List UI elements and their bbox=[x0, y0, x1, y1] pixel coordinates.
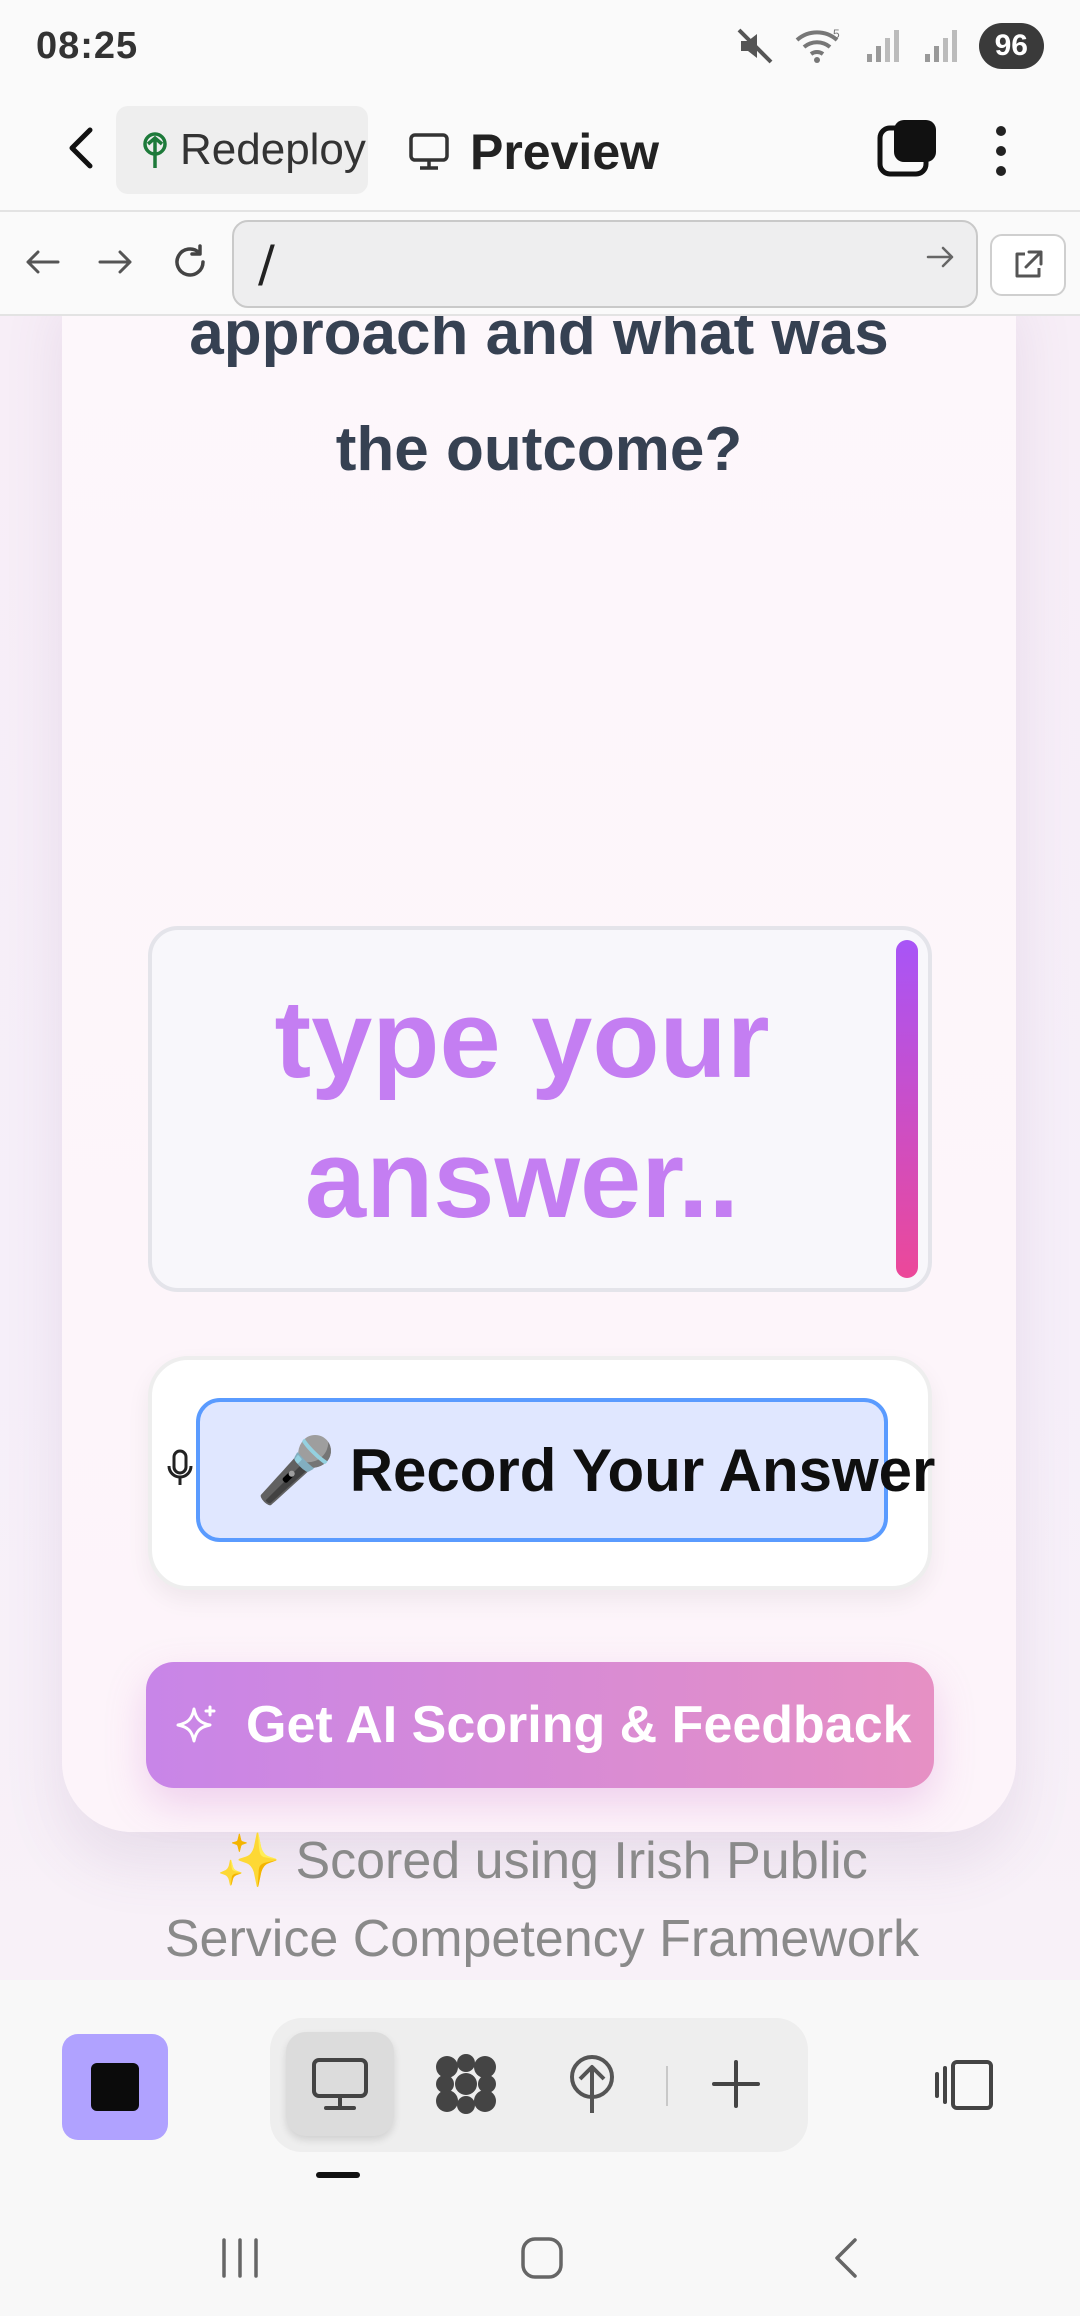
get-ai-scoring-button[interactable]: Get AI Scoring & Feedback bbox=[146, 1662, 934, 1788]
split-view-icon bbox=[935, 2060, 993, 2110]
mute-icon bbox=[735, 26, 775, 66]
question-line: approach and what was bbox=[189, 316, 889, 368]
home-icon bbox=[521, 2237, 563, 2279]
scrollbar-thumb[interactable] bbox=[896, 940, 918, 1278]
back-button[interactable] bbox=[52, 118, 112, 178]
reload-button[interactable] bbox=[160, 232, 220, 292]
open-external-button[interactable] bbox=[990, 234, 1066, 296]
microphone-icon bbox=[167, 1449, 193, 1485]
arrow-right-icon bbox=[98, 250, 132, 274]
arrow-left-icon bbox=[26, 250, 60, 274]
deploy-button[interactable] bbox=[538, 2032, 646, 2136]
answer-scrollbar[interactable] bbox=[896, 940, 918, 1278]
desktop-view-button[interactable] bbox=[286, 2032, 394, 2136]
svg-text:5: 5 bbox=[833, 27, 840, 41]
dot-icon bbox=[996, 166, 1006, 176]
battery-indicator: 96 bbox=[978, 23, 1044, 69]
tabs-button[interactable] bbox=[876, 116, 942, 182]
recent-apps-button[interactable] bbox=[200, 2228, 280, 2288]
dot-icon bbox=[996, 126, 1006, 136]
project-label: Redeploy bbox=[180, 125, 366, 174]
external-link-icon bbox=[1015, 250, 1043, 278]
go-arrow-icon[interactable] bbox=[926, 244, 956, 270]
apps-button[interactable] bbox=[412, 2032, 520, 2136]
scoring-note: ✨ Scored using Irish Public Service Comp… bbox=[162, 1822, 922, 1978]
wifi-icon: 5 bbox=[793, 26, 845, 66]
question-card: approach and what was the outcome? type … bbox=[62, 316, 1016, 1968]
reload-icon bbox=[175, 244, 205, 277]
question-text: approach and what was the outcome? bbox=[62, 316, 1016, 508]
url-path: / bbox=[258, 235, 275, 293]
record-panel: 🎤 Record Your Answer bbox=[148, 1356, 935, 1590]
record-answer-label: Record Your Answer bbox=[349, 1436, 936, 1504]
status-bar: 08:25 5 96 bbox=[0, 0, 1080, 92]
stop-icon bbox=[91, 2063, 139, 2111]
preview-label: Preview bbox=[470, 124, 660, 180]
active-tab-indicator bbox=[316, 2172, 360, 2178]
desktop-icon bbox=[312, 2058, 368, 2110]
monitor-icon bbox=[409, 133, 449, 170]
sparkles-icon bbox=[176, 1705, 216, 1743]
tool-group bbox=[270, 2018, 808, 2152]
url-bar: / bbox=[0, 210, 1080, 316]
home-button[interactable] bbox=[502, 2228, 582, 2288]
split-view-button[interactable] bbox=[926, 2032, 1002, 2138]
system-back-icon bbox=[835, 2238, 857, 2278]
nav-back-button[interactable] bbox=[12, 232, 72, 292]
system-nav-bar bbox=[0, 2200, 1080, 2316]
plus-icon bbox=[712, 2060, 760, 2108]
deploy-icon bbox=[570, 2055, 614, 2113]
dot-icon bbox=[996, 146, 1006, 156]
get-ai-scoring-label: Get AI Scoring & Feedback bbox=[246, 1696, 912, 1754]
signal-icon bbox=[863, 26, 903, 66]
tab-preview[interactable]: Preview bbox=[408, 112, 659, 192]
system-back-button[interactable] bbox=[806, 2228, 886, 2288]
bottom-toolbar bbox=[0, 1980, 1080, 2200]
preview-viewport: approach and what was the outcome? type … bbox=[0, 316, 1080, 1980]
url-input[interactable]: / bbox=[232, 220, 978, 308]
record-answer-button[interactable]: 🎤 Record Your Answer bbox=[196, 1398, 935, 1542]
answer-placeholder: type your answer.. bbox=[274, 978, 770, 1241]
microphone-emoji-icon: 🎤 bbox=[256, 1433, 336, 1506]
deploy-tree-icon bbox=[143, 132, 167, 168]
sparkles-emoji-icon: ✨ bbox=[216, 1832, 281, 1890]
app-header: Redeploy Preview bbox=[0, 92, 1080, 210]
more-options-button[interactable] bbox=[976, 116, 1026, 186]
tabs-icon bbox=[877, 120, 936, 177]
stop-button[interactable] bbox=[62, 2034, 168, 2140]
project-chip[interactable]: Redeploy bbox=[116, 106, 368, 194]
recent-apps-icon bbox=[222, 2238, 258, 2278]
add-tool-button[interactable] bbox=[682, 2032, 790, 2136]
status-time: 08:25 bbox=[36, 24, 139, 67]
question-line: the outcome? bbox=[335, 415, 743, 484]
toolbar-divider bbox=[666, 2066, 668, 2106]
signal-icon bbox=[921, 26, 961, 66]
chevron-left-icon bbox=[69, 127, 93, 169]
nav-forward-button[interactable] bbox=[86, 232, 146, 292]
answer-textarea[interactable]: type your answer.. bbox=[148, 926, 932, 1292]
apps-icon bbox=[436, 2054, 496, 2114]
status-icons: 5 96 bbox=[735, 23, 1044, 69]
